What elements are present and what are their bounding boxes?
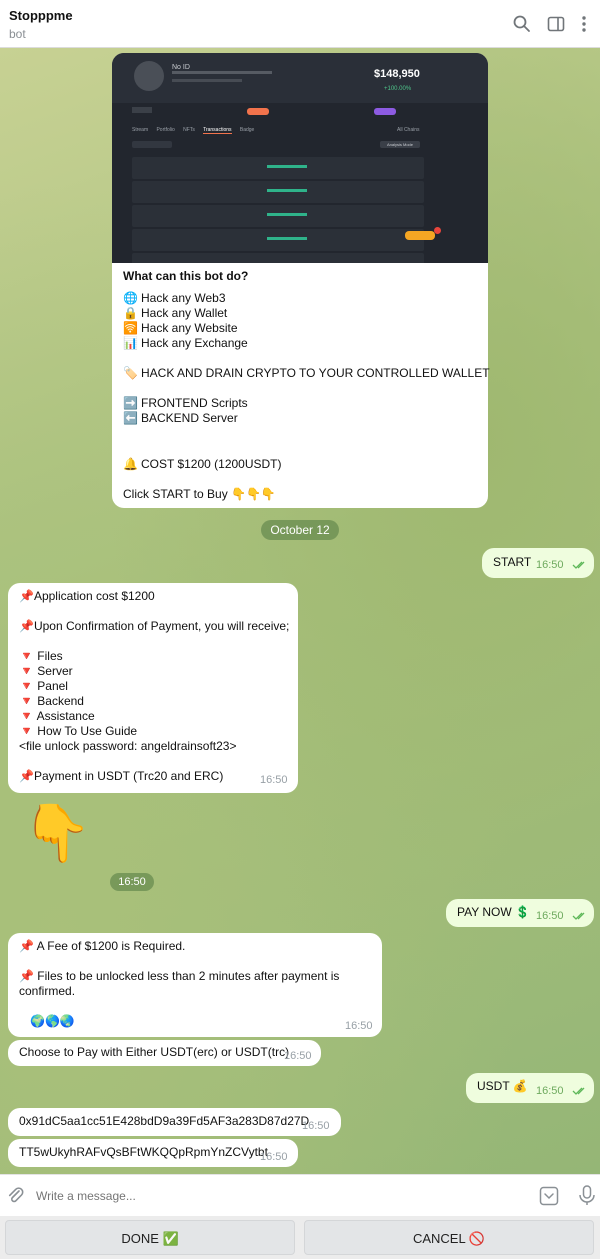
message-erc-address[interactable]: 0x91dC5aa1cc51E428bdD9a39Fd5AF3a283D87d2…: [8, 1108, 341, 1136]
intro-line: 🔒 Hack any Wallet: [123, 306, 228, 320]
wifi-icon: 🛜: [123, 321, 138, 335]
message-time: 16:50: [536, 1085, 564, 1097]
message-start[interactable]: START 16:50: [482, 548, 594, 578]
lock-icon: 🔒: [123, 306, 138, 320]
message-input[interactable]: [36, 1184, 516, 1208]
search-icon[interactable]: [512, 14, 532, 34]
bar-chart-icon: 📊: [123, 336, 138, 350]
attach-paperclip-icon[interactable]: [6, 1186, 26, 1206]
chat-subtitle: bot: [9, 27, 26, 41]
chat-title[interactable]: Stopppme: [9, 8, 73, 23]
sticker-time: 16:50: [110, 873, 154, 891]
pointing-down-sticker[interactable]: 👇: [22, 803, 92, 863]
message-composer: [0, 1174, 600, 1216]
done-button[interactable]: DONE ✅: [5, 1220, 295, 1255]
label-tag-icon: 🏷️: [123, 366, 138, 380]
message-time: 16:50: [260, 774, 288, 786]
microphone-icon[interactable]: [576, 1184, 598, 1208]
message-pay-now[interactable]: PAY NOW 💲 16:50: [446, 899, 594, 927]
preview-change: +100.00%: [384, 86, 412, 92]
bot-reply-keyboard: DONE ✅ CANCEL 🚫: [0, 1216, 600, 1259]
intro-line: 📊 Hack any Exchange: [123, 336, 248, 350]
bell-icon: 🔔: [123, 457, 138, 471]
message-time: 16:50: [536, 910, 564, 922]
read-checkmarks-icon: [572, 912, 585, 920]
intro-line: Click START to Buy 👇👇👇: [123, 487, 276, 501]
intro-title: What can this bot do?: [123, 269, 249, 283]
arrow-left-icon: ⬅️: [123, 411, 138, 425]
preview-tab-stream: Stream: [132, 127, 149, 133]
bot-keyboard-icon[interactable]: [538, 1185, 560, 1207]
message-info[interactable]: 📌Application cost $1200 📌Upon Confirmati…: [8, 583, 298, 793]
preview-tab-nfts: NFTs: [183, 127, 195, 133]
intro-line: 🛜 Hack any Website: [123, 321, 238, 335]
globe-icon: 🌐: [123, 291, 138, 305]
message-usdt[interactable]: USDT 💰 16:50: [466, 1073, 594, 1103]
message-time: 16:50: [536, 559, 564, 571]
sidebar-toggle-icon[interactable]: [546, 14, 566, 34]
message-time: 16:50: [302, 1120, 330, 1132]
preview-tab-badge: Badge: [239, 127, 255, 133]
avatar: [134, 61, 164, 91]
chat-header: Stopppme bot: [0, 0, 600, 48]
intro-preview-image: No ID $148,950 +100.00% Stream Portfolio…: [112, 53, 488, 263]
message-time: 16:50: [284, 1050, 312, 1062]
message-trc-address[interactable]: TT5wUkyhRAFvQsBFtWKQQpRpmYnZCVytbt 16:50: [8, 1139, 298, 1167]
intro-line: 🏷️ HACK AND DRAIN CRYPTO TO YOUR CONTROLL…: [123, 366, 490, 380]
bot-intro-card: No ID $148,950 +100.00% Stream Portfolio…: [112, 53, 490, 508]
intro-line: 🌐 Hack any Web3: [123, 291, 226, 305]
message-time: 16:50: [260, 1151, 288, 1163]
date-divider: October 12: [261, 520, 339, 540]
preview-chain-filter: All Chains: [397, 127, 420, 133]
arrow-right-icon: ➡️: [123, 396, 138, 410]
message-time: 16:50: [345, 1020, 373, 1032]
intro-line: ➡️ FRONTEND Scripts: [123, 396, 248, 410]
message-choose[interactable]: Choose to Pay with Either USDT(erc) or U…: [8, 1040, 321, 1066]
preview-tab-transactions: Transactions: [203, 127, 232, 134]
more-menu-icon[interactable]: [574, 14, 594, 34]
read-checkmarks-icon: [572, 561, 585, 569]
globe-emojis: 🌍🌎🌏: [30, 1014, 75, 1028]
intro-line: ⬅️ BACKEND Server: [123, 411, 238, 425]
preview-analysis-button: Analysis Mode: [380, 141, 420, 148]
message-fee[interactable]: 📌 A Fee of $1200 is Required. 📌 Files to…: [8, 933, 382, 1037]
preview-balance: $148,950: [374, 68, 420, 80]
chat-area[interactable]: No ID $148,950 +100.00% Stream Portfolio…: [0, 48, 600, 1174]
read-checkmarks-icon: [572, 1087, 585, 1095]
intro-line: 🔔 COST $1200 (1200USDT): [123, 457, 282, 471]
cancel-button[interactable]: CANCEL 🚫: [304, 1220, 594, 1255]
preview-tab-portfolio: Portfolio: [156, 127, 175, 133]
